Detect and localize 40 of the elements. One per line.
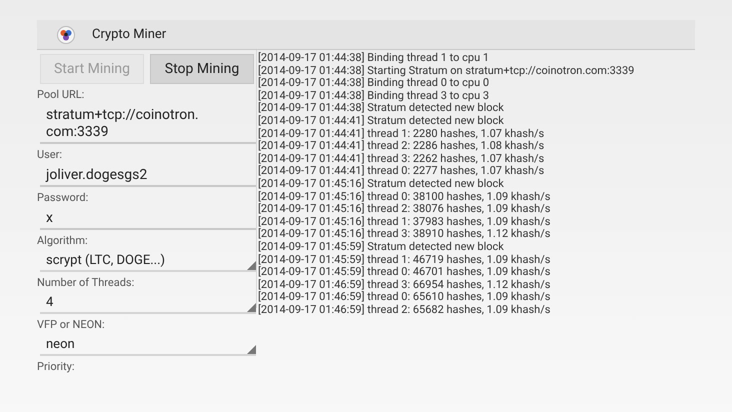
corner-triangle-icon [247, 345, 256, 354]
log-line: [2014-09-17 01:45:59] thread 0: 46701 hashes, 1.09 khash/s [258, 266, 552, 279]
log-line: [2014-09-17 01:44:41] thread 1: 2280 hashes, 1.07 khash/s [258, 128, 546, 140]
log-line: [2014-09-17 01:44:41] thread 2: 2286 hashes, 1.08 khash/s [258, 140, 546, 153]
log-line: [2014-09-17 01:45:16] Stratum detected new block [258, 178, 505, 191]
field-label: VFP or NEON: [37, 318, 106, 332]
log-line: [2014-09-17 01:44:41] thread 0: 2277 hashes, 1.07 khash/s [258, 165, 546, 178]
input-field[interactable]: x [40, 205, 256, 230]
log-line: [2014-09-17 01:44:38] Binding thread 1 to cpu 1 [258, 52, 490, 65]
app-logo-icon [57, 26, 75, 44]
dropdown[interactable]: 4 [40, 290, 256, 314]
log-line: [2014-09-17 01:44:38] Binding thread 3 to cpu 3 [258, 90, 490, 102]
field-label: Priority: [37, 360, 76, 374]
log-line: [2014-09-17 01:45:16] thread 2: 38076 hashes, 1.09 khash/s [258, 203, 552, 216]
log-line: [2014-09-17 01:46:59] thread 2: 65682 hashes, 1.09 khash/s [258, 304, 552, 316]
corner-triangle-icon [247, 261, 256, 270]
log-line: [2014-09-17 01:45:59] Stratum detected new block [258, 240, 505, 254]
field-label: Number of Threads: [37, 276, 136, 290]
log-line: [2014-09-17 01:44:41] Stratum detected new block [258, 114, 505, 128]
input-field[interactable]: stratum+tcp://coinotron. com:3339 [40, 102, 256, 144]
log-line: [2014-09-17 01:44:38] Starting Stratum on stratum+tcp://coinotron.com:3339 [258, 64, 636, 77]
log-line: [2014-09-17 01:46:59] thread 0: 65610 hashes, 1.09 khash/s [258, 291, 552, 304]
log-line: [2014-09-17 01:46:59] thread 3: 66954 hashes, 1.12 khash/s [258, 278, 552, 291]
log-line: [2014-09-17 01:44:38] Binding thread 0 to cpu 0 [258, 77, 490, 90]
log-line: [2014-09-17 01:44:41] thread 3: 2262 hashes, 1.07 khash/s [258, 152, 546, 165]
mining-button[interactable]: Stop Mining [150, 54, 254, 84]
dropdown[interactable]: neon [40, 332, 256, 356]
field-label: Algorithm: [37, 234, 89, 248]
field-label: Password: [37, 191, 90, 205]
log-line: [2014-09-17 01:45:59] thread 1: 46719 hashes, 1.09 khash/s [258, 254, 552, 266]
field-label: User: [37, 148, 64, 162]
corner-triangle-icon [247, 303, 256, 312]
input-field[interactable]: joliver.dogesgs2 [40, 162, 256, 187]
log-line: [2014-09-17 01:45:16] thread 3: 38910 hashes, 1.12 khash/s [258, 228, 552, 241]
log-line: [2014-09-17 01:44:38] Stratum detected new block [258, 102, 505, 115]
log-line: [2014-09-17 01:45:16] thread 0: 38100 hashes, 1.09 khash/s [258, 190, 552, 203]
field-label: Pool URL: [37, 88, 86, 102]
app-title: Crypto Miner [92, 26, 166, 44]
log-line: [2014-09-17 01:45:16] thread 1: 37983 hashes, 1.09 khash/s [258, 216, 552, 228]
dropdown[interactable]: scrypt (LTC, DOGE...) [40, 248, 256, 272]
